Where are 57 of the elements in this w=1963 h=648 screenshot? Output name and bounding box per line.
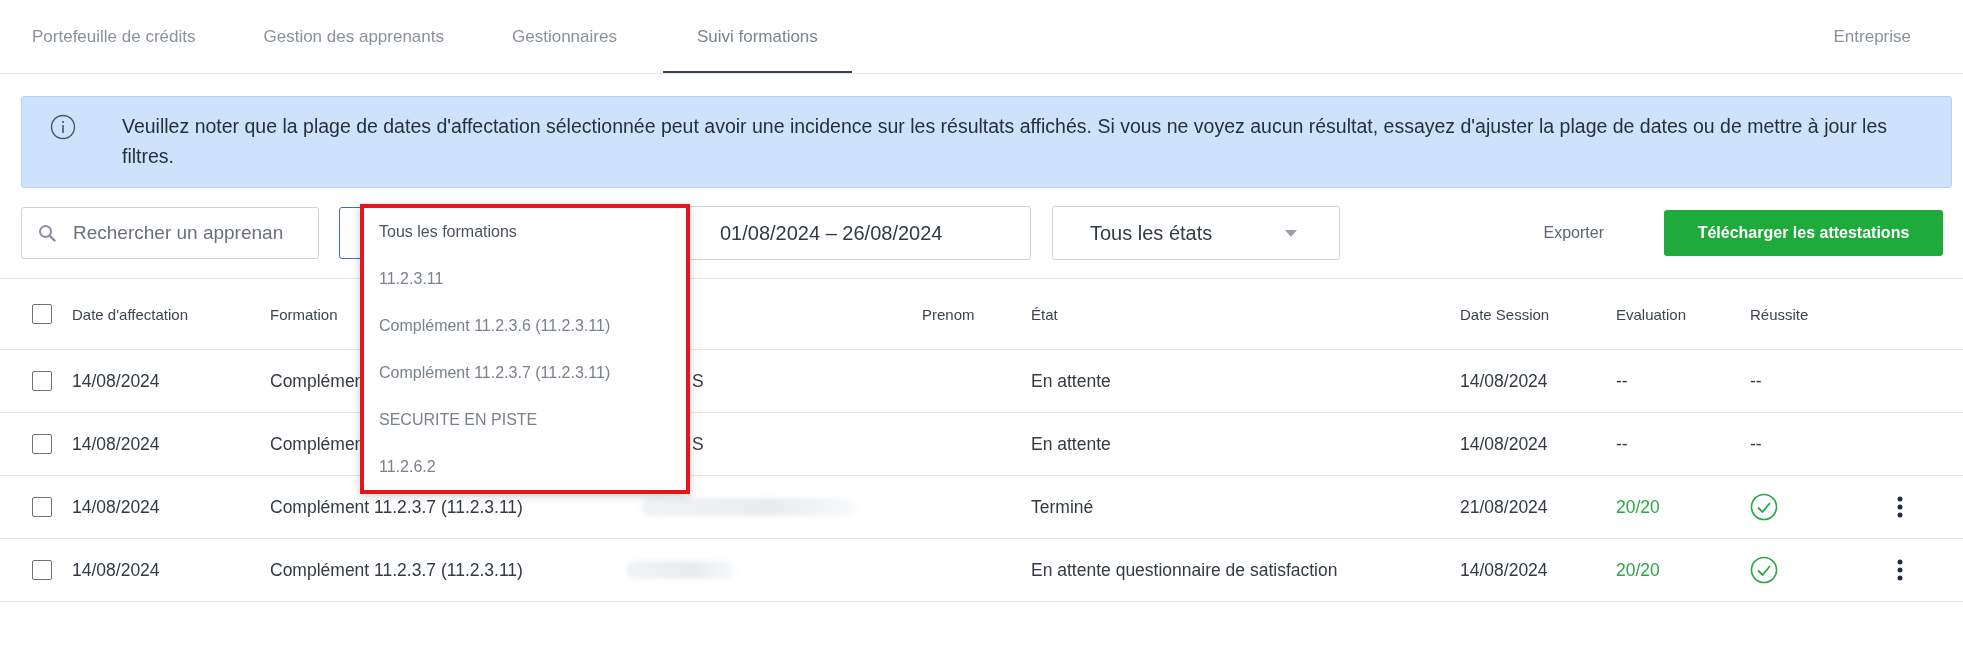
table-cell-text: 21/08/2024 [1460, 496, 1549, 518]
dropdown-option[interactable]: Complément 11.2.3.7 (11.2.3.11) [364, 349, 686, 396]
table-cell-text: 14/08/2024 [1460, 559, 1549, 581]
table-cell: Complément 11.2.3.7 (11.2.3.11) [270, 496, 523, 517]
table-cell-text: 14/08/2024 [72, 496, 161, 518]
dropdown-option[interactable]: SECURITE EN PISTE [364, 396, 686, 443]
table-cell: Complémen [270, 433, 365, 454]
row-checkbox[interactable] [32, 371, 52, 391]
nav-tab[interactable]: Portefeuille de crédits [10, 0, 218, 73]
table-cell-text: 14/08/2024 [1460, 433, 1549, 455]
nav-tab[interactable]: Gestionnaires [490, 0, 639, 73]
table-cell-text: -- [1616, 370, 1629, 392]
column-header: Date d'affectation [72, 305, 189, 323]
dropdown-option[interactable]: 11.2.6.2 [364, 443, 686, 490]
check-circle-icon [1750, 493, 1778, 521]
row-checkbox[interactable] [32, 497, 52, 517]
table-cell-text: En attente [1031, 433, 1112, 455]
table-cell-text: En attente questionnaire de satisfaction [1031, 559, 1339, 581]
caret-icon [1285, 229, 1297, 237]
table-cell-text: 20/20 [1616, 559, 1661, 581]
nav-tab[interactable]: Gestion des apprenants [241, 0, 466, 73]
column-header: Date Session [1460, 305, 1551, 323]
state-select[interactable]: Tous les états [1052, 206, 1340, 260]
table-cell: -- [1750, 433, 1762, 455]
state-select-value: Tous les états [1090, 221, 1213, 245]
table-cell-text: En attente [1031, 370, 1112, 392]
column-header: Formation [270, 305, 339, 323]
table-cell-text: 14/08/2024 [1460, 370, 1549, 392]
table-cell: Complémen [270, 370, 365, 391]
download-button[interactable]: Télécharger les attestations [1664, 210, 1943, 256]
column-header: État [1031, 305, 1059, 323]
notice-text: Veuillez noter que la plage de dates d'affectation sélectionnée peut avoir une incidence sur les résultats affichés. Si vous ne voyez aucun résultat, essayez d'ajuster la plage de dates ou de mettre à jour les filtres. [122, 114, 1888, 169]
info-icon [50, 114, 76, 140]
table-cell-text: -- [1616, 433, 1629, 455]
table-cell-text: 14/08/2024 [72, 433, 161, 455]
table-cell-text: 14/08/2024 [72, 370, 161, 392]
row-checkbox[interactable] [32, 434, 52, 454]
export-button[interactable]: Exporter [1533, 216, 1614, 250]
table-cell: Complément 11.2.3.7 (11.2.3.11) [270, 559, 523, 580]
check-circle-icon [1750, 556, 1778, 584]
more-icon[interactable] [1897, 559, 1903, 581]
nav-tab[interactable]: Suivi formations [662, 0, 852, 73]
column-header: Réussite [1750, 305, 1810, 323]
table-cell: S [692, 433, 704, 455]
search-field[interactable]: Rechercher un apprenan [21, 207, 319, 259]
dropdown-option[interactable]: Complément 11.2.3.6 (11.2.3.11) [364, 302, 686, 349]
nav-tab[interactable]: Entreprise [1811, 0, 1933, 73]
select-all-checkbox[interactable] [32, 304, 52, 324]
table-cell: S [692, 370, 704, 392]
table-cell-text: Terminé [1031, 496, 1095, 518]
table-cell: -- [1750, 370, 1762, 392]
table-cell-text: 20/20 [1616, 496, 1661, 518]
more-icon[interactable] [1897, 496, 1903, 518]
row-checkbox[interactable] [32, 560, 52, 580]
column-header: Evaluation [1616, 305, 1688, 323]
column-header: Prenom [922, 305, 976, 323]
table-cell-text: 14/08/2024 [72, 559, 161, 581]
